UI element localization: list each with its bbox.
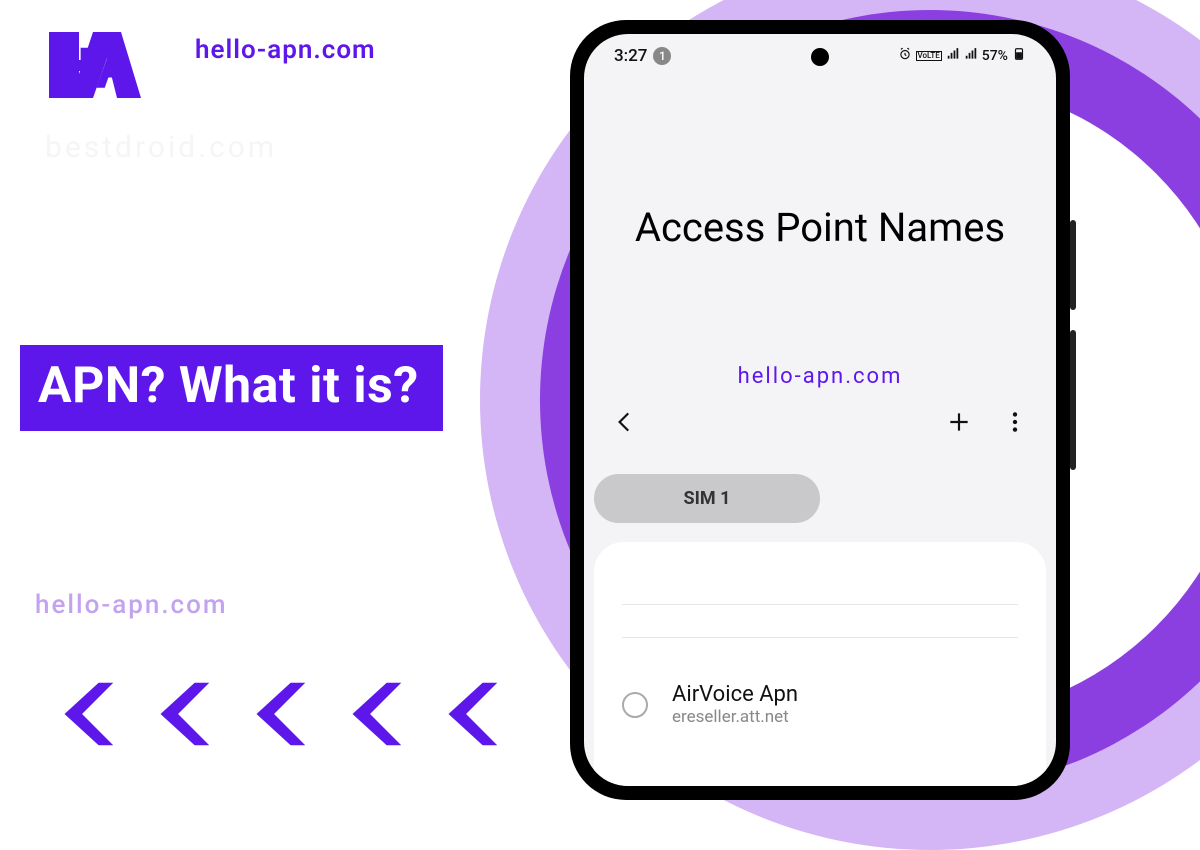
phone-frame: 3:27 1 VoLTE 57% Access Point xyxy=(570,20,1070,800)
chevron-left-icon xyxy=(45,675,123,753)
page-title: Access Point Names xyxy=(584,204,1056,251)
battery-icon xyxy=(1012,47,1026,65)
divider xyxy=(622,604,1018,605)
apn-row[interactable]: AirVoice Apn ereseller.att.net xyxy=(622,670,1018,727)
apn-value: ereseller.att.net xyxy=(672,707,798,727)
phone-side-button xyxy=(1070,220,1076,310)
sim-tabbar: SIM 1 xyxy=(584,474,1056,523)
svg-text:H: H xyxy=(51,36,91,101)
apn-name: AirVoice Apn xyxy=(672,682,798,707)
brand-domain-bottom: hello-apn.com xyxy=(35,590,228,620)
signal-icon xyxy=(946,47,960,65)
chevron-left-icon xyxy=(141,675,219,753)
headline-banner: APN? What it is? xyxy=(20,345,443,431)
battery-percent: 57% xyxy=(982,48,1008,64)
add-icon[interactable] xyxy=(946,409,972,439)
toolbar xyxy=(584,409,1056,439)
brand-domain-top: hello-apn.com xyxy=(195,35,376,65)
tab-sim1[interactable]: SIM 1 xyxy=(594,474,820,523)
chevron-left-icon xyxy=(429,675,507,753)
phone-screen: 3:27 1 VoLTE 57% Access Point xyxy=(584,34,1056,786)
signal-icon xyxy=(964,47,978,65)
volte-icon: VoLTE xyxy=(916,51,942,61)
brand-logo: H A xyxy=(35,20,155,110)
more-icon[interactable] xyxy=(1002,409,1028,439)
chevron-left-icon xyxy=(237,675,315,753)
alarm-icon xyxy=(898,47,912,65)
notification-count-badge: 1 xyxy=(653,47,671,65)
apn-list-card: AirVoice Apn ereseller.att.net xyxy=(594,542,1046,786)
status-time: 3:27 xyxy=(614,46,647,66)
phone-side-button xyxy=(1070,330,1076,470)
svg-text:A: A xyxy=(95,36,136,101)
watermark-faint: bestdroid.com xyxy=(45,130,277,165)
camera-hole xyxy=(811,48,829,66)
radio-unchecked-icon[interactable] xyxy=(622,692,648,718)
divider xyxy=(622,637,1018,638)
chevron-left-icon xyxy=(333,675,411,753)
phone-watermark: hello-apn.com xyxy=(584,364,1056,389)
back-icon[interactable] xyxy=(612,409,638,439)
chevron-row xyxy=(45,675,507,753)
